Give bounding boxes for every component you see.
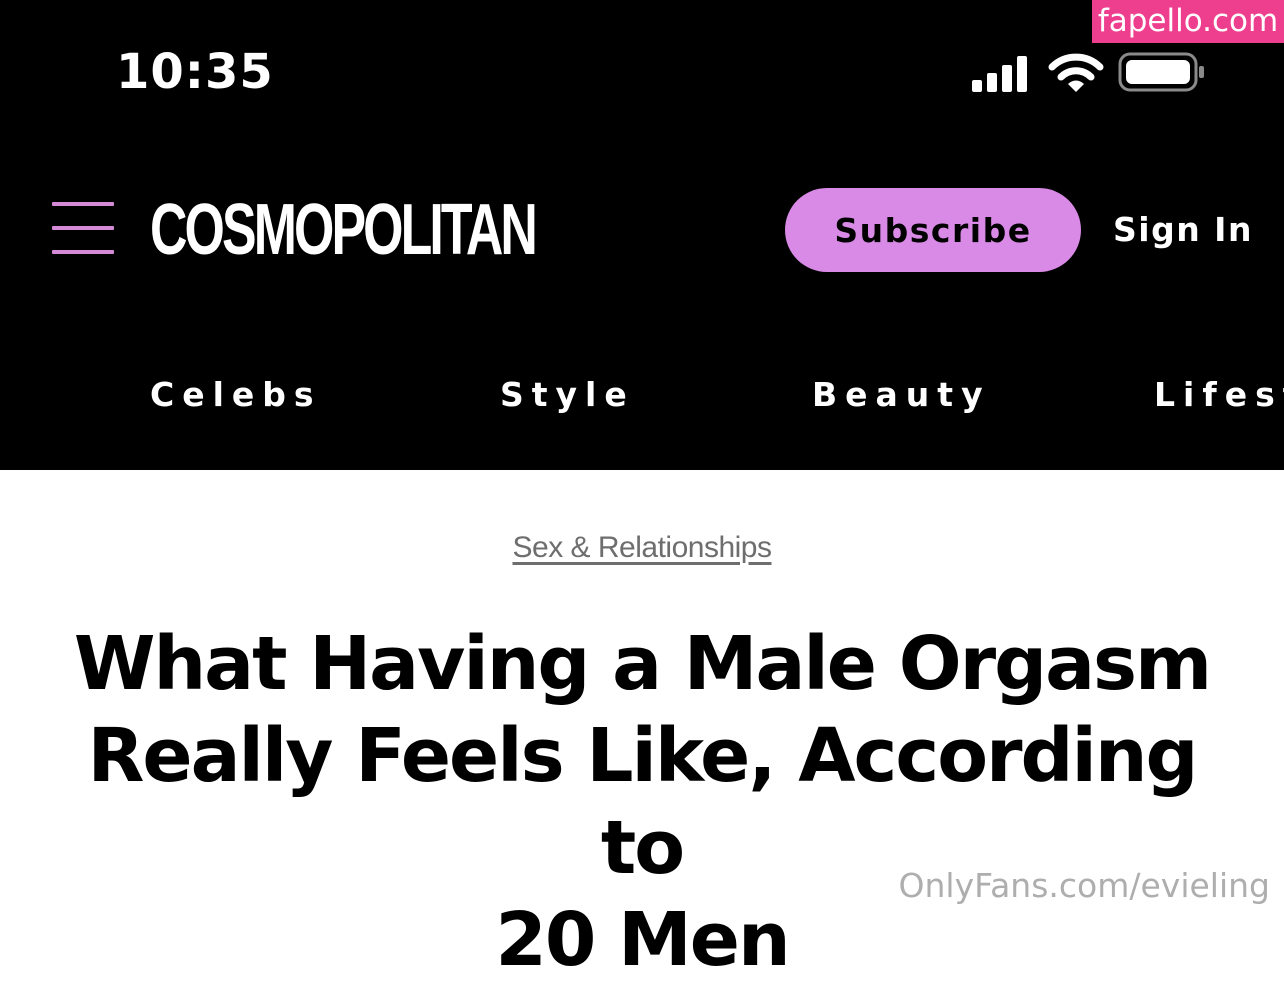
article-headline: What Having a Male Orgasm Really Feels L… — [40, 618, 1244, 986]
sign-in-link[interactable]: Sign In — [1113, 208, 1253, 252]
menu-line — [52, 202, 114, 206]
nav-item-celebs[interactable]: Celebs — [150, 373, 322, 417]
menu-line — [52, 250, 114, 254]
menu-line — [52, 226, 114, 230]
watermark-top: fapello.com — [1092, 0, 1284, 43]
hamburger-menu-icon[interactable] — [52, 200, 114, 258]
nav-item-beauty[interactable]: Beauty — [812, 373, 991, 417]
article-category: Sex & Relationships — [0, 528, 1284, 568]
headline-line: What Having a Male Orgasm — [73, 621, 1212, 707]
watermark-bottom: OnlyFans.com/evieling — [898, 866, 1270, 905]
cellular-signal-icon — [972, 56, 1027, 92]
nav-item-style[interactable]: Style — [500, 373, 635, 417]
site-header: 10:35 COSMOPOLITAN Subscribe Sign In Cel… — [0, 0, 1284, 470]
category-link[interactable]: Sex & Relationships — [513, 531, 772, 564]
status-time: 10:35 — [116, 44, 274, 100]
wifi-icon — [1048, 53, 1104, 92]
site-logo[interactable]: COSMOPOLITAN — [150, 186, 538, 274]
subscribe-button[interactable]: Subscribe — [785, 188, 1081, 272]
battery-icon — [1118, 52, 1204, 92]
nav-item-lifestyle[interactable]: Lifest — [1154, 373, 1284, 417]
